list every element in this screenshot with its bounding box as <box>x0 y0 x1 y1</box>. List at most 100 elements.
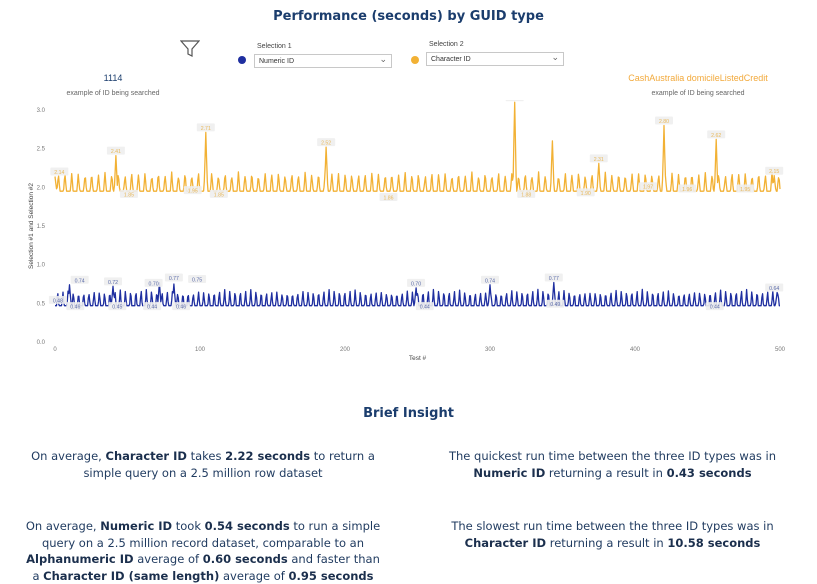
data-label-text: 1.88 <box>521 192 531 198</box>
data-label: 1.85 <box>209 189 228 198</box>
data-label-text: 2.14 <box>54 170 64 176</box>
data-label-text: 0.48 <box>53 298 63 304</box>
filter-icon[interactable] <box>180 40 200 58</box>
data-label-text: 2.15 <box>769 169 779 175</box>
selection2-label: Selection 2 <box>429 41 464 48</box>
data-label-text: 0.49 <box>550 302 560 308</box>
chevron-down-icon: ⌄ <box>379 54 387 64</box>
data-label: 2.80 <box>655 116 673 125</box>
selection2-dropdown[interactable]: Character ID ⌄ <box>426 52 564 66</box>
data-label: 0.45 <box>108 302 127 311</box>
x-tick-label: 200 <box>340 347 351 353</box>
data-label: 2.62 <box>707 130 726 139</box>
example1-caption: example of ID being searched <box>66 90 160 97</box>
y-tick-label: 0.5 <box>37 301 46 307</box>
selection1-dropdown[interactable]: Numeric ID ⌄ <box>254 54 392 68</box>
data-label: 0.75 <box>188 275 207 284</box>
data-label-text: 1.95 <box>740 187 750 193</box>
data-label-text: 0.64 <box>769 286 779 292</box>
data-label: 0.46 <box>172 302 191 311</box>
data-label: 1.88 <box>517 189 536 198</box>
selection1-value: Numeric ID <box>259 58 295 65</box>
data-label-text: 1.90 <box>581 191 591 197</box>
example2-caption: example of ID being searched <box>651 90 745 97</box>
y-tick-label: 1.0 <box>37 263 46 269</box>
data-label-text: 0.74 <box>75 278 85 284</box>
example1-value: 1114 <box>103 73 123 83</box>
data-label: 2.14 <box>50 167 69 176</box>
data-label: 0.44 <box>705 302 724 311</box>
data-label: 1.95 <box>183 186 202 195</box>
data-label: 0.74 <box>70 275 89 284</box>
data-label: 0.46 <box>66 302 85 311</box>
y-tick-label: 3.0 <box>37 108 46 114</box>
data-label-text: 0.45 <box>112 305 122 311</box>
data-label-text: 1.86 <box>383 196 393 202</box>
page-title: Performance (seconds) by GUID type <box>273 9 544 24</box>
data-label: 1.85 <box>119 189 138 198</box>
y-tick-label: 2.0 <box>37 185 46 191</box>
data-label-text: 0.74 <box>485 278 495 284</box>
data-label-text: 0.72 <box>108 280 118 286</box>
data-label-text: 2.52 <box>321 141 331 147</box>
selection1-label: Selection 1 <box>257 43 292 50</box>
x-tick-label: 100 <box>195 347 206 353</box>
example2-value: CashAustralia domicileListedCredit <box>628 73 768 83</box>
data-label: 1.86 <box>379 193 398 202</box>
data-label: 0.77 <box>164 273 183 282</box>
y-tick-label: 2.5 <box>37 147 46 153</box>
data-label-text: 1.85 <box>124 192 134 198</box>
data-label: 2.15 <box>765 166 784 175</box>
data-label-text: 0.44 <box>710 305 720 311</box>
data-label-text: 2.71 <box>201 126 211 132</box>
data-label-text: 2.62 <box>711 133 721 139</box>
data-label: 0.49 <box>546 299 565 308</box>
insight-paragraph-3: On average, Numeric ID took 0.54 seconds… <box>25 519 381 583</box>
data-label-text: 1.85 <box>214 192 224 198</box>
data-label: 3.10 <box>505 100 524 102</box>
data-label: 0.70 <box>144 278 163 287</box>
y-axis-title: Selection #1 and Selection #2 <box>28 183 35 269</box>
data-label: 0.44 <box>415 302 434 311</box>
x-axis-title: Test # <box>409 355 427 362</box>
data-label-text: 2.41 <box>111 149 121 155</box>
data-label-text: 1.96 <box>682 187 692 193</box>
data-label: 2.41 <box>106 146 125 155</box>
data-label-text: 1.95 <box>188 189 198 195</box>
y-tick-label: 0.0 <box>37 340 46 346</box>
data-label-text: 0.75 <box>192 278 202 284</box>
data-label: 1.97 <box>639 182 658 191</box>
data-label: 2.71 <box>196 123 215 132</box>
data-label: 0.64 <box>765 283 784 292</box>
selection2-value: Character ID <box>431 56 471 63</box>
insight-paragraph-2: The quickest run time between the three … <box>448 449 777 480</box>
data-label-text: 0.70 <box>149 281 159 287</box>
data-label: 0.44 <box>143 302 162 311</box>
data-label: 2.52 <box>317 138 336 147</box>
insight-title: Brief Insight <box>363 406 454 421</box>
data-label-text: 3.10 <box>510 100 520 102</box>
data-label-text: 0.46 <box>70 305 80 311</box>
data-label: 0.77 <box>544 273 563 282</box>
data-label-text: 0.77 <box>169 276 179 282</box>
data-label: 1.96 <box>678 184 697 193</box>
insight-paragraph-1: On average, Character ID takes 2.22 seco… <box>31 449 375 480</box>
data-label: 1.90 <box>576 188 595 197</box>
data-label-text: 1.97 <box>643 185 653 191</box>
x-tick-label: 400 <box>630 347 641 353</box>
data-label-text: 2.31 <box>594 157 604 163</box>
chevron-down-icon: ⌄ <box>551 52 559 62</box>
insight-paragraph-4: The slowest run time between the three I… <box>451 519 774 550</box>
data-label-text: 0.77 <box>549 276 559 282</box>
performance-line-chart: 0.0 0.5 1.0 1.5 2.0 2.5 3.0 0 100 200 300 400 500 Tes… <box>28 100 786 362</box>
data-label: 0.70 <box>407 278 426 287</box>
x-tick-label: 300 <box>485 347 496 353</box>
selection1-color-dot <box>238 56 246 64</box>
data-label-text: 2.80 <box>659 119 669 125</box>
selection2-color-dot <box>411 56 419 64</box>
data-label: 0.72 <box>104 277 122 286</box>
series-line-character-id <box>54 101 781 192</box>
data-label-text: 0.70 <box>411 281 421 287</box>
data-label-text: 0.44 <box>147 305 157 311</box>
x-tick-label: 500 <box>775 347 786 353</box>
